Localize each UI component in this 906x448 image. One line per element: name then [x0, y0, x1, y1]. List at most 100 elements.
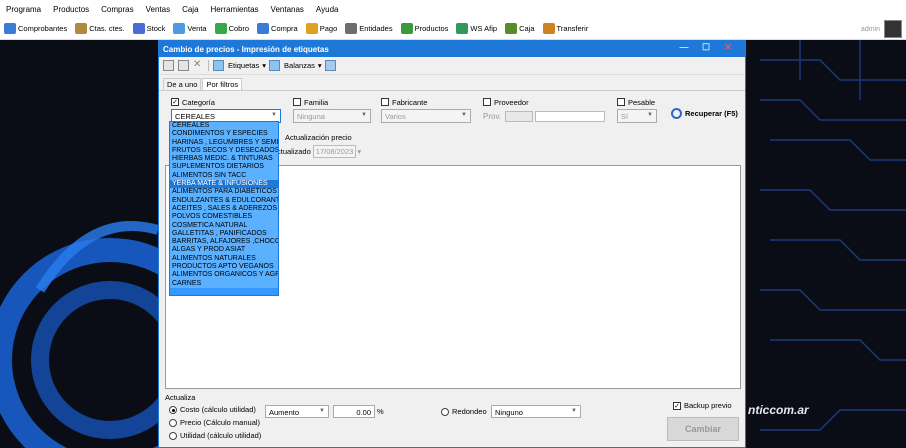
toolbar-item-pago[interactable]: Pago: [305, 23, 337, 34]
fabricante-checkbox[interactable]: [381, 98, 389, 106]
toolbar-icon: [173, 23, 186, 34]
toolbar-item-entidades[interactable]: Entidades: [345, 23, 393, 34]
category-option[interactable]: PRODUCTOS APTO VEGANOS: [170, 263, 278, 272]
toolbar-item-transferir[interactable]: Transferir: [542, 23, 588, 34]
recuperar-button[interactable]: Recuperar (F5): [671, 108, 738, 119]
cambiar-button[interactable]: Cambiar: [667, 417, 739, 441]
category-option[interactable]: GALLETITAS , PANIFICADOS: [170, 229, 278, 239]
category-option[interactable]: ALIMENTOS ORGANICOS Y AGR: [170, 271, 278, 280]
etiquetas-dropdown-icon[interactable]: ▾: [262, 61, 266, 70]
categoria-value: CEREALES: [175, 112, 216, 121]
maximize-icon[interactable]: ☐: [695, 42, 717, 53]
backup-option[interactable]: ✓ Backup previo: [673, 401, 732, 410]
toolbar-item-label: Productos: [414, 24, 449, 33]
tab-de-a-uno[interactable]: De a uno: [163, 78, 202, 90]
redondeo-radio[interactable]: [441, 407, 449, 416]
actualizacion-label: Actualización precio: [285, 133, 352, 142]
utilidad-radio[interactable]: [169, 431, 177, 440]
fabricante-select[interactable]: Varios ▼: [381, 109, 471, 123]
category-option[interactable]: CARNES: [170, 279, 278, 288]
print-icon[interactable]: [324, 60, 336, 71]
familia-checkbox[interactable]: [293, 98, 301, 106]
menu-ventas[interactable]: Ventas: [146, 5, 170, 14]
categoria-checkbox[interactable]: ✓: [171, 98, 179, 106]
category-option[interactable]: HARINAS , LEGUMBRES Y SEMI: [170, 138, 278, 147]
chevron-down-icon: ▼: [271, 112, 277, 118]
avatar[interactable]: [884, 20, 902, 38]
menu-productos[interactable]: Productos: [53, 5, 89, 14]
category-option[interactable]: COSMETICA NATURAL: [170, 221, 278, 230]
balanzas-button[interactable]: Balanzas: [284, 61, 315, 70]
utilidad-option[interactable]: Utilidad (cálculo utilidad): [169, 431, 261, 440]
category-option[interactable]: POLVOS COMESTIBLES: [170, 213, 278, 222]
scale-icon[interactable]: [269, 60, 281, 71]
pesable-group: Pesable Sí ▼: [617, 97, 663, 127]
calendar-dropdown-icon[interactable]: ▾: [357, 147, 361, 156]
actualizado-date[interactable]: 17/08/2023: [312, 145, 357, 158]
toolbar-item-ctas-ctes[interactable]: Ctas. ctes.: [75, 23, 125, 34]
toolbar-item-label: WS Afip: [470, 24, 498, 33]
redondeo-option[interactable]: Redondeo: [441, 407, 487, 416]
delete-icon[interactable]: ✕: [193, 60, 204, 71]
costo-radio[interactable]: [169, 405, 177, 414]
new-icon[interactable]: [163, 60, 174, 71]
menu-ayuda[interactable]: Ayuda: [316, 5, 339, 14]
category-option[interactable]: CEREALES: [170, 122, 278, 131]
category-option[interactable]: YERBA MATE & INFUSIONES: [170, 180, 278, 189]
tab-por-filtros[interactable]: Por filtros: [202, 78, 243, 90]
category-option[interactable]: HIERBAS MEDIC. & TINTURAS: [170, 155, 278, 164]
category-option[interactable]: SUPLEMENTOS DIETARIOS: [170, 163, 278, 172]
percent-sign: %: [377, 407, 384, 416]
balanzas-dropdown-icon[interactable]: ▾: [318, 61, 322, 70]
user-area[interactable]: admin: [861, 20, 902, 38]
menu-herramientas[interactable]: Herramientas: [211, 5, 259, 14]
redondeo-select[interactable]: Ninguno ▼: [491, 405, 581, 418]
close-icon[interactable]: ✕: [717, 42, 739, 53]
categoria-dropdown-list[interactable]: CEREALES CONDIMENTOS Y ESPECIES HARINAS , …: [169, 121, 279, 296]
pesable-select[interactable]: Sí ▼: [617, 109, 657, 123]
chevron-down-icon: ▼: [361, 112, 367, 118]
toolbar-item-venta[interactable]: Venta: [173, 23, 207, 34]
backup-checkbox[interactable]: ✓: [673, 401, 681, 410]
menu-compras[interactable]: Compras: [101, 5, 133, 14]
aumento-select[interactable]: Aumento ▼: [265, 405, 329, 418]
toolbar-item-caja[interactable]: Caja: [505, 23, 535, 34]
category-option[interactable]: ALIMENTOS PARA DIABETICOS: [170, 188, 278, 197]
toolbar-item-stock[interactable]: Stock: [132, 23, 165, 34]
minimize-icon[interactable]: —: [673, 42, 695, 53]
category-option[interactable]: CONDIMENTOS Y ESPECIES: [170, 130, 278, 139]
chevron-down-icon: ▼: [571, 408, 577, 414]
toolbar-icon: [400, 23, 413, 34]
prov-code-input[interactable]: [505, 111, 534, 122]
fabricante-label: Fabricante: [392, 97, 428, 107]
menu-caja[interactable]: Caja: [182, 5, 198, 14]
familia-select[interactable]: Ninguna ▼: [293, 109, 371, 123]
etiquetas-button[interactable]: Etiquetas: [228, 61, 259, 70]
menu-ventanas[interactable]: Ventanas: [271, 5, 304, 14]
category-option[interactable]: ALIMENTOS NATURALES: [170, 254, 278, 264]
category-option[interactable]: ENDULZANTES & EDULCORANT: [170, 196, 278, 205]
pesable-label: Pesable: [628, 97, 656, 107]
toolbar-item-cobro[interactable]: Cobro: [214, 23, 249, 34]
label-printer-icon[interactable]: [213, 60, 224, 71]
edit-icon[interactable]: [178, 60, 189, 71]
category-option[interactable]: BARRITAS, ALFAJORES ,CHOCO: [170, 238, 278, 247]
costo-option[interactable]: Costo (cálculo utilidad): [169, 405, 256, 414]
toolbar-item-ws-afip[interactable]: WS Afip: [456, 23, 497, 34]
category-option[interactable]: ALIMENTOS SIN TACC: [170, 171, 278, 181]
pesable-checkbox[interactable]: [617, 98, 625, 106]
prov-name-input[interactable]: [535, 111, 606, 122]
menu-programa[interactable]: Programa: [6, 5, 41, 14]
toolbar-item-comprobantes[interactable]: Comprobantes: [4, 23, 67, 34]
toolbar-item-compra[interactable]: Compra: [257, 23, 298, 34]
toolbar-item-productos[interactable]: Productos: [400, 23, 449, 34]
dialog-titlebar[interactable]: Cambio de precios - Impresión de etiquet…: [159, 41, 745, 57]
category-option[interactable]: ALGAS Y PROD ASIAT: [170, 246, 278, 255]
proveedor-checkbox[interactable]: [483, 98, 491, 106]
percent-input[interactable]: 0.00: [333, 405, 375, 418]
precio-option[interactable]: Precio (Cálculo manual): [169, 418, 260, 427]
toolbar-icon: [456, 23, 469, 34]
category-option[interactable]: FRUTOS SECOS Y DESECADOS: [170, 146, 278, 156]
category-option[interactable]: ACEITES , SALES & ADEREZOS: [170, 204, 278, 214]
precio-radio[interactable]: [169, 418, 177, 427]
